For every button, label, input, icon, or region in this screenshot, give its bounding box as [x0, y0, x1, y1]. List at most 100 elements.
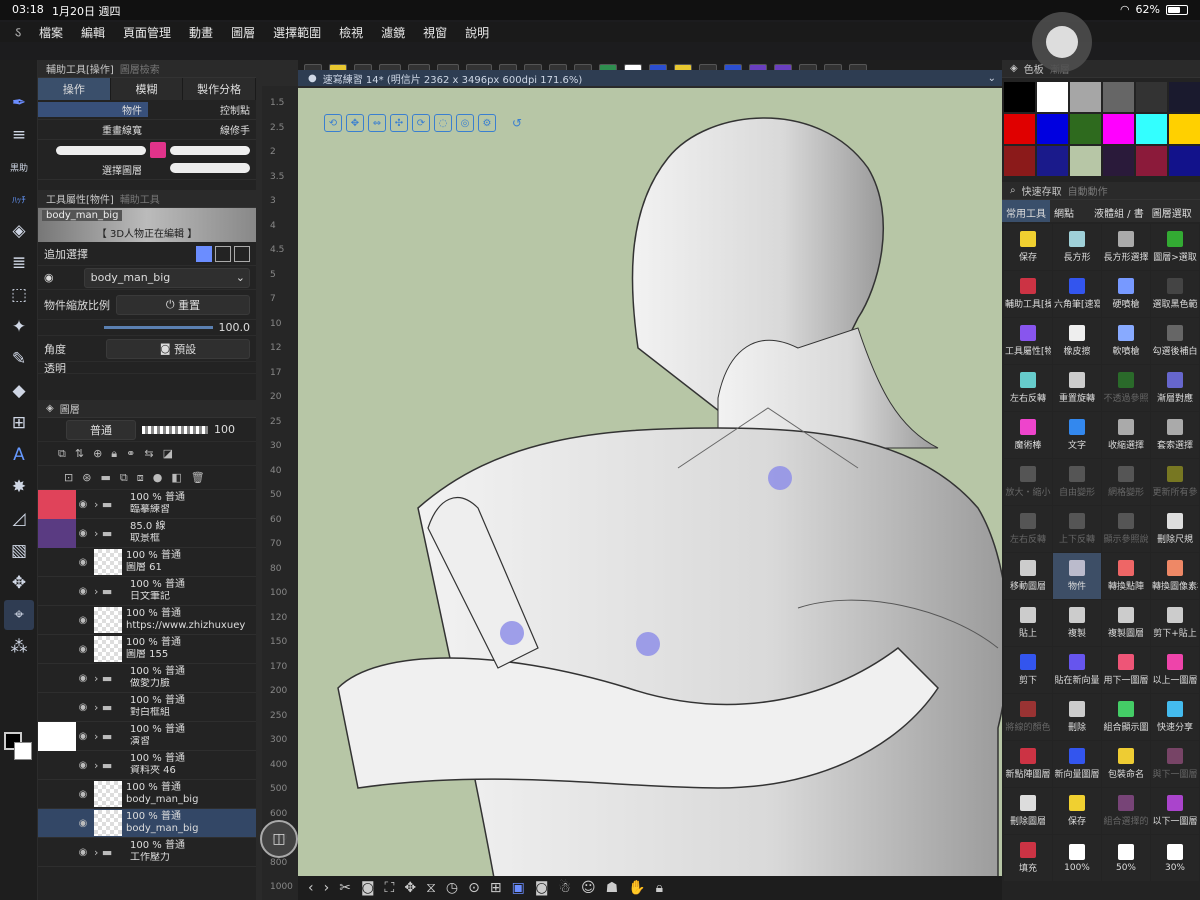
quick-access-item[interactable]: 軟噴槍: [1102, 318, 1150, 364]
opacity-slider[interactable]: [142, 425, 208, 434]
quick-access-item[interactable]: 重置旋轉: [1053, 365, 1101, 411]
pattern-tool-icon[interactable]: ◈: [4, 216, 34, 246]
layer-op3-icon[interactable]: ⊕: [93, 447, 102, 460]
tab-blur[interactable]: 模糊: [110, 78, 184, 100]
quick-access-title2[interactable]: 自動動作: [1068, 183, 1108, 198]
quick-access-item[interactable]: 左右反轉: [1004, 365, 1052, 411]
quick-access-item[interactable]: 圖層>選取: [1151, 224, 1199, 270]
quick-access-item[interactable]: 刪除圖層: [1004, 788, 1052, 834]
layer-row[interactable]: ◉ 100 % 普通 body_man_big: [38, 809, 256, 838]
layer-row[interactable]: ◉ › ▬ 100 % 普通 日文筆記: [38, 577, 256, 606]
palette-swatch[interactable]: [1103, 114, 1134, 144]
quick-access-item[interactable]: 轉換點陣: [1102, 553, 1150, 599]
palette-swatch[interactable]: [1136, 146, 1167, 176]
object-gear-icon[interactable]: ⚙: [478, 114, 496, 132]
select-bottom-icon[interactable]: ▣: [512, 880, 525, 896]
subtool-title2[interactable]: 圖層檢索: [120, 61, 160, 76]
eye-icon[interactable]: ◉: [76, 847, 90, 858]
quick-access-item[interactable]: 30%: [1151, 835, 1199, 881]
ruler-tool-icon[interactable]: ◿: [4, 504, 34, 534]
eye-icon[interactable]: ◉: [76, 528, 90, 539]
pose-icon[interactable]: ☃: [558, 880, 571, 896]
camera-move-icon[interactable]: ⇔: [368, 114, 386, 132]
layer-row[interactable]: ◉ › ▬ 100 % 普通 對白框組: [38, 693, 256, 722]
scale-value[interactable]: 100.0: [219, 321, 251, 334]
quick-access-item[interactable]: 快速分享: [1151, 694, 1199, 740]
pen-tool-icon[interactable]: ✒: [4, 88, 34, 118]
app-logo-icon[interactable]: ऽ: [6, 23, 30, 42]
selection-tool-icon[interactable]: ⬚: [4, 280, 34, 310]
menu-edit[interactable]: 編輯: [72, 24, 114, 41]
balloon-tool-icon[interactable]: ✸: [4, 472, 34, 502]
quick-access-item[interactable]: 複製圖層: [1102, 600, 1150, 646]
face-icon[interactable]: ☺: [581, 880, 596, 896]
layer-row[interactable]: ◉ 100 % 普通 圖層 61: [38, 548, 256, 577]
quick-access-item[interactable]: 剪下+貼上: [1151, 600, 1199, 646]
tool-property-title2[interactable]: 輔助工具: [120, 191, 160, 206]
joint-handle-neck[interactable]: [768, 466, 792, 490]
clock-icon[interactable]: ◷: [446, 880, 458, 896]
palette-swatch[interactable]: [1070, 146, 1101, 176]
subtool-redraw-linewidth[interactable]: 重畫線寬: [38, 122, 148, 137]
panel-toggle-button[interactable]: ◫: [260, 820, 298, 858]
camera-bottom-icon[interactable]: ◙: [535, 880, 549, 896]
select-mode-new-icon[interactable]: [196, 245, 212, 262]
object-rotate2-icon[interactable]: ◌: [434, 114, 452, 132]
quick-access-item[interactable]: 50%: [1102, 835, 1150, 881]
brush-preview-row[interactable]: [38, 140, 256, 160]
quick-access-item[interactable]: 包裝命名: [1102, 741, 1150, 787]
subtool-row-linewidth[interactable]: 重畫線寬 線修手: [38, 120, 256, 140]
eye-icon[interactable]: ◉: [76, 702, 90, 713]
magnify-icon[interactable]: ⊙: [468, 880, 480, 896]
layer-row[interactable]: ◉ 100 % 普通 圖層 155: [38, 635, 256, 664]
object-rotate-icon[interactable]: ⟳: [412, 114, 430, 132]
eye-icon[interactable]: ◉: [44, 271, 54, 284]
brush-tool-icon[interactable]: ≡: [4, 120, 34, 150]
quick-access-item[interactable]: 網格變形: [1102, 459, 1150, 505]
hair-icon[interactable]: ☗: [606, 880, 619, 896]
quick-access-item[interactable]: 收縮選擇: [1102, 412, 1150, 458]
layer-row[interactable]: ◉ 100 % 普通 body_man_big: [38, 780, 256, 809]
tab-common-tools[interactable]: 常用工具: [1002, 200, 1050, 222]
quick-access-item[interactable]: 以下一圖層: [1151, 788, 1199, 834]
eye-icon[interactable]: ◉: [76, 760, 90, 771]
palette-swatch[interactable]: [1103, 146, 1134, 176]
quick-access-item[interactable]: 自由變形: [1053, 459, 1101, 505]
subtool-row-object[interactable]: 物件 控制點: [38, 100, 256, 120]
object-select[interactable]: body_man_big ⌄: [83, 267, 250, 288]
assistive-touch-button[interactable]: [1032, 12, 1092, 72]
opacity-value[interactable]: 100: [214, 423, 235, 436]
menu-animation[interactable]: 動畫: [180, 24, 222, 41]
layer-row[interactable]: ◉ › ▬ 100 % 普通 臨摹練習: [38, 489, 256, 519]
quick-access-item[interactable]: 勾選後補白: [1151, 318, 1199, 364]
layer-row[interactable]: ◉ › ▬ 100 % 普通 工作壓力: [38, 838, 256, 867]
eye-icon[interactable]: ◉: [76, 557, 90, 568]
eye-icon[interactable]: ◉: [76, 499, 90, 510]
menu-filter[interactable]: 濾鏡: [372, 24, 414, 41]
quick-access-item[interactable]: 魔術棒: [1004, 412, 1052, 458]
palette-swatch[interactable]: [1136, 82, 1167, 112]
object-scale-icon[interactable]: ◎: [456, 114, 474, 132]
fill-tool-icon[interactable]: ▧: [4, 536, 34, 566]
layer-op7-icon[interactable]: ◪: [163, 447, 173, 460]
select-mode-sub-icon[interactable]: [234, 245, 250, 262]
trash-icon[interactable]: 🗑︎: [191, 471, 205, 484]
flip-bottom-icon[interactable]: ⧖: [426, 880, 436, 896]
quick-access-item[interactable]: 填充: [1004, 835, 1052, 881]
quick-access-item[interactable]: 放大・縮小: [1004, 459, 1052, 505]
quick-access-item[interactable]: 不透過參照: [1102, 365, 1150, 411]
document-tab[interactable]: ● 速寫練習 14* (明信片 2362 x 3496px 600dpi 171…: [298, 70, 1002, 86]
layer-op5-icon[interactable]: ⚭: [126, 447, 135, 460]
subtool-line-fix[interactable]: 線修手: [148, 122, 256, 137]
layer-row[interactable]: ◉ › ▬ 85.0 線取景框: [38, 518, 256, 548]
joint-handle-chest[interactable]: [636, 632, 660, 656]
move-tool-icon[interactable]: ✥: [4, 568, 34, 598]
eye-icon[interactable]: ◉: [76, 673, 90, 684]
eye-icon[interactable]: ◉: [76, 789, 90, 800]
close-doc-icon[interactable]: ●: [308, 73, 317, 84]
eye-icon[interactable]: ◉: [76, 818, 90, 829]
quick-access-item[interactable]: 選取黑色範: [1151, 271, 1199, 317]
quick-access-item[interactable]: 保存: [1004, 224, 1052, 270]
menu-view[interactable]: 檢視: [330, 24, 372, 41]
menu-window[interactable]: 視窗: [414, 24, 456, 41]
